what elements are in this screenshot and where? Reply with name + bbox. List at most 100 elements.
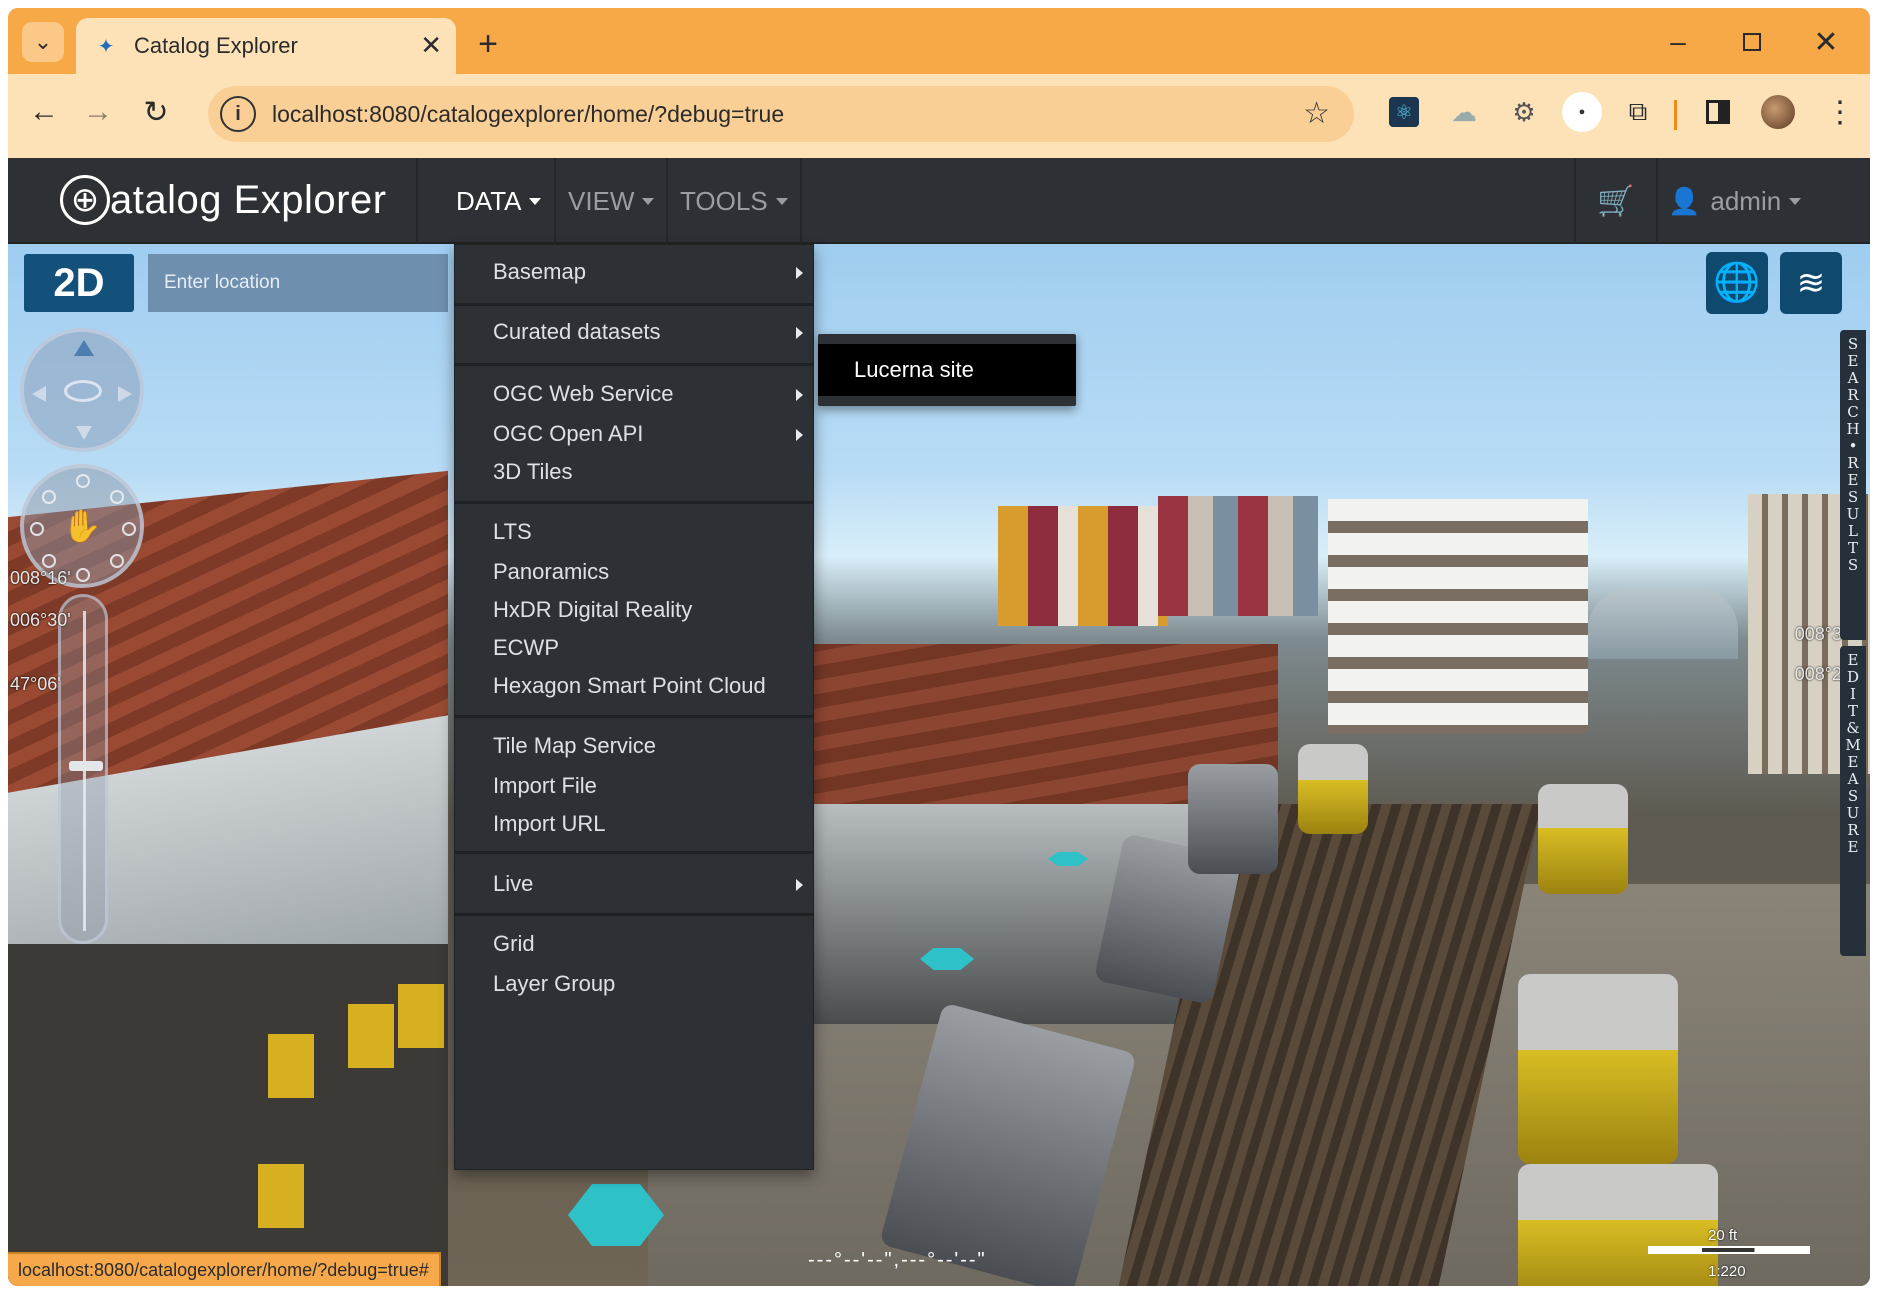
menu-item-label: HxDR Digital Reality [493, 597, 693, 622]
nav-view-label: VIEW [568, 185, 635, 216]
tab-close-icon[interactable]: ✕ [420, 30, 442, 61]
menu-item-basemap[interactable]: Basemap [455, 249, 813, 295]
menu-item-label: 3D Tiles [493, 459, 573, 484]
map-building [998, 506, 1168, 626]
menu-item-label: OGC Web Service [493, 381, 674, 406]
toolbar-divider [1674, 100, 1677, 130]
bookmark-star-icon[interactable]: ☆ [1303, 96, 1330, 131]
coordinate-label: 47°06' [10, 674, 61, 694]
extensions-puzzle-icon[interactable]: ⧉ [1618, 90, 1658, 134]
location-search-input[interactable] [148, 254, 448, 312]
hand-icon: ✋ [62, 508, 102, 544]
profile-avatar[interactable] [1758, 90, 1798, 134]
user-menu[interactable]: 👤 admin [1668, 158, 1802, 244]
tab-title: Catalog Explorer [134, 33, 298, 58]
caret-down-icon [775, 197, 788, 205]
menu-item-label: ECWP [493, 635, 559, 660]
menu-item-label: Tile Map Service [493, 733, 657, 758]
coordinate-label: 008°3 [1794, 624, 1842, 644]
menu-divider [455, 715, 813, 718]
cursor-coordinates: ---°--'--",---°--'--" [808, 1249, 987, 1271]
menu-divider [455, 501, 813, 504]
menu-item-live[interactable]: Live [455, 861, 813, 907]
map-wagon [1538, 784, 1628, 894]
back-arrow-icon[interactable]: ← [22, 90, 66, 134]
menu-item-3d-tiles[interactable]: 3D Tiles [455, 449, 813, 495]
submenu-arrow-icon [796, 879, 803, 891]
new-tab-button[interactable]: + [468, 25, 508, 63]
menu-item-label: Layer Group [493, 971, 616, 996]
gear-extension-icon[interactable]: ⚙ [1504, 90, 1544, 134]
zoom-slider[interactable] [58, 594, 108, 944]
url-text[interactable]: localhost:8080/catalogexplorer/home/?deb… [272, 101, 784, 128]
cart-icon[interactable]: 🛒 [1574, 158, 1658, 244]
app-brand[interactable]: ⊕ atalog Explorer [60, 168, 387, 232]
menu-item-layer-group[interactable]: Layer Group [455, 961, 813, 1007]
menu-divider [455, 913, 813, 916]
user-icon: 👤 [1668, 185, 1701, 216]
caret-down-icon [642, 197, 655, 205]
menu-item-label: Basemap [493, 259, 586, 284]
nav-view-menu[interactable]: VIEW [568, 158, 655, 244]
catalog-explorer-favicon-icon: ✦ [97, 35, 115, 58]
browser-menu-kebab-icon[interactable]: ⋮ [1820, 90, 1860, 134]
coordinate-label: 008°16' [10, 568, 71, 588]
zoom-slider-thumb[interactable] [69, 761, 103, 771]
site-info-icon[interactable]: i [220, 96, 256, 132]
app-brand-name: atalog Explorer [110, 177, 387, 222]
forward-arrow-icon[interactable]: → [76, 90, 120, 134]
north-arrow-icon[interactable] [74, 340, 94, 356]
cloud-extension-icon[interactable]: ☁ [1444, 90, 1484, 134]
react-devtools-extension-icon[interactable]: ⚛ [1384, 90, 1424, 134]
map-wagon [1188, 764, 1278, 874]
layers-icon[interactable]: ≋ [1780, 252, 1842, 314]
zoom-slider-track [83, 611, 86, 931]
menu-item-curated-datasets[interactable]: Curated datasets [455, 309, 813, 355]
west-arrow-icon[interactable] [32, 386, 46, 402]
window-maximize-button[interactable] [1730, 22, 1774, 62]
browser-window: ⌄ ✦ Catalog Explorer ✕ + – ✕ ← → ↻ i loc… [8, 8, 1870, 1286]
pill-extension-icon[interactable]: ● [1562, 90, 1602, 134]
submenu-item-lucerna-site[interactable]: Lucerna site [818, 344, 1076, 396]
coordinate-label: 008°2 [1794, 664, 1842, 684]
data-dropdown-menu: Basemap Curated datasets OGC Web Service OG… [454, 244, 814, 1170]
map-building [1588, 589, 1738, 659]
nav-tools-menu[interactable]: TOOLS [680, 158, 788, 244]
tab-strip: ⌄ ✦ Catalog Explorer ✕ + – ✕ [8, 8, 1870, 74]
window-close-button[interactable]: ✕ [1804, 22, 1848, 62]
address-bar[interactable]: i localhost:8080/catalogexplorer/home/?d… [208, 86, 1354, 142]
app-navbar: ⊕ atalog Explorer DATA VIEW TOOLS 🛒 👤 ad… [8, 158, 1870, 244]
scale-bar [1648, 1246, 1810, 1254]
nav-data-menu[interactable]: DATA [456, 158, 542, 244]
map-building [1158, 496, 1318, 616]
edit-measure-side-tab[interactable]: E D I T & M E A S U R E [1840, 646, 1866, 956]
browser-tab[interactable]: ✦ Catalog Explorer ✕ [76, 18, 456, 74]
tab-search-button[interactable]: ⌄ [22, 22, 64, 62]
2d-mode-button[interactable]: 2D [24, 254, 134, 312]
menu-item-label: Curated datasets [493, 319, 661, 344]
nav-separator [554, 158, 556, 244]
globe-icon[interactable]: 🌐 [1706, 252, 1768, 314]
compass-control[interactable] [20, 328, 144, 452]
side-panel-icon[interactable] [1698, 90, 1738, 134]
menu-divider [455, 851, 813, 854]
submenu-arrow-icon [796, 389, 803, 401]
menu-item-label: Hexagon Smart Point Cloud [493, 673, 766, 698]
nav-separator [666, 158, 668, 244]
status-bar-url: localhost:8080/catalogexplorer/home/?deb… [8, 1252, 441, 1286]
search-results-side-tab[interactable]: S E A R C H • R E S U L T S [1840, 330, 1866, 640]
window-minimize-button[interactable]: – [1656, 22, 1700, 62]
menu-divider [455, 363, 813, 366]
scale-label: 20 ft [1708, 1227, 1738, 1244]
reload-icon[interactable]: ↻ [134, 90, 178, 134]
menu-item-hexagon-smart-point-cloud[interactable]: Hexagon Smart Point Cloud [455, 663, 813, 709]
east-arrow-icon[interactable] [118, 386, 132, 402]
south-arrow-icon[interactable] [76, 426, 92, 440]
map-wagon [1298, 744, 1368, 834]
submenu-arrow-icon [796, 267, 803, 279]
menu-item-import-url[interactable]: Import URL [455, 801, 813, 847]
menu-item-label: Panoramics [493, 559, 610, 584]
menu-item-label: Import URL [493, 811, 606, 836]
nav-separator [416, 158, 418, 244]
caret-down-icon [1789, 197, 1802, 205]
